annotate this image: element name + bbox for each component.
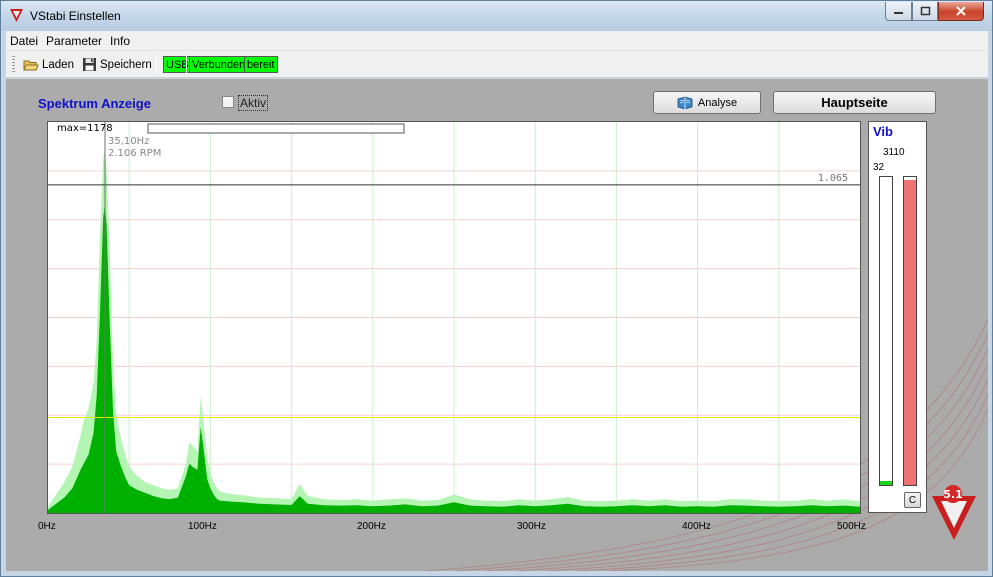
vib-level-bar [879, 176, 893, 486]
range-scrollbar [147, 123, 405, 134]
minimize-icon [894, 12, 903, 14]
menu-datei[interactable]: Datei [6, 34, 42, 48]
close-icon [956, 6, 966, 16]
save-label: Speichern [100, 58, 152, 71]
menu-info[interactable]: Info [106, 34, 134, 48]
vstabi-app-icon [10, 9, 23, 22]
aktiv-label[interactable]: Aktiv [238, 95, 269, 111]
close-button[interactable] [938, 2, 984, 21]
clear-button[interactable]: C [904, 492, 921, 508]
vib-title: Vib [873, 124, 893, 139]
spectrum-panel: Spektrum Anzeige Aktiv Analyse Hauptseit… [6, 79, 988, 571]
aktiv-checkbox[interactable] [222, 96, 234, 108]
toolbar-separator [186, 55, 187, 74]
status-bereit: bereit [244, 56, 278, 73]
window-title: VStabi Einstellen [30, 9, 121, 23]
home-button[interactable]: Hauptseite [773, 91, 936, 114]
vib-small-value: 32 [873, 162, 885, 173]
load-button[interactable]: Laden [23, 55, 74, 74]
title-bar[interactable]: VStabi Einstellen [1, 1, 992, 31]
cursor-frequency-label: 35,10Hz [108, 136, 149, 147]
vib-level-fill [880, 481, 892, 485]
svg-text:5.1: 5.1 [943, 488, 963, 501]
x-tick-label: 500Hz [837, 521, 866, 532]
vib-value: 3110 [883, 147, 905, 158]
reference-value-label: 1.065 [818, 173, 848, 184]
spectrum-plot: 1.065 35,10Hz2.106 RPM max=1178 [48, 122, 860, 513]
vib-max-fill [904, 180, 916, 485]
cursor-rpm-label: 2.106 RPM [108, 148, 161, 159]
menu-bar: Datei Parameter Info [6, 31, 988, 51]
book-icon [677, 96, 693, 109]
app-window: VStabi Einstellen Datei Parameter Info L… [0, 0, 993, 577]
vibration-panel: Vib 3110 32 C [868, 121, 927, 513]
menu-parameter[interactable]: Parameter [42, 34, 106, 48]
vstabi-logo: 5.1 [932, 485, 976, 540]
x-tick-label: 400Hz [682, 521, 711, 532]
analyse-label: Analyse [697, 96, 738, 109]
toolbar: Laden Speichern USB Verbunden bereit [6, 51, 988, 78]
save-button[interactable]: Speichern [82, 55, 152, 74]
floppy-disk-icon [83, 58, 96, 71]
toolbar-separator [156, 55, 157, 74]
x-tick-label: 100Hz [188, 521, 217, 532]
maximize-button[interactable] [912, 2, 938, 21]
x-tick-label: 200Hz [357, 521, 386, 532]
x-tick-label: 0Hz [38, 521, 56, 532]
minimize-button[interactable] [885, 2, 912, 21]
analyse-button[interactable]: Analyse [653, 91, 761, 114]
toolbar-grip[interactable] [12, 56, 15, 73]
status-verbunden: Verbunden [189, 56, 249, 73]
load-label: Laden [42, 58, 74, 71]
x-tick-label: 300Hz [517, 521, 546, 532]
folder-open-icon [23, 60, 39, 70]
maximize-icon [920, 6, 930, 16]
vib-max-bar [903, 176, 917, 486]
spectrum-chart: 1.065 35,10Hz 2.106 RPM max=1178 [47, 121, 861, 514]
status-usb: USB [163, 56, 192, 73]
max-label: max=1178 [57, 123, 113, 134]
spectrum-title: Spektrum Anzeige [38, 96, 151, 111]
